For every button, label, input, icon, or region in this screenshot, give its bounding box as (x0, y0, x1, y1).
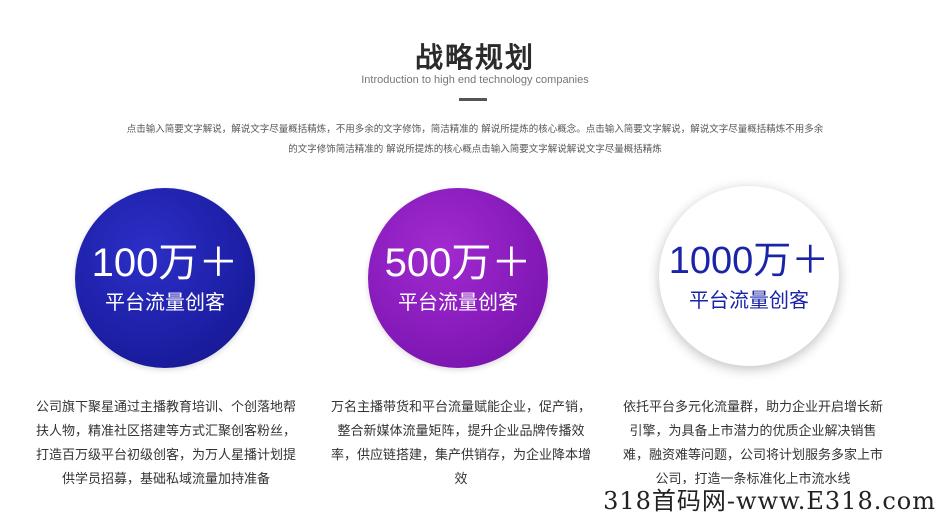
watermark: 318首码网-www.E318.com (599, 484, 940, 518)
page-subtitle: Introduction to high end technology comp… (361, 74, 589, 86)
stat-label: 平台流量创客 (105, 290, 225, 314)
stat-label: 平台流量创客 (398, 290, 518, 314)
stat-circle-3: 1000万＋ 平台流量创客 (659, 186, 839, 366)
stat-description-1: 公司旗下聚星通过主播教育培训、个创落地帮扶人物，精准社区搭建等方式汇聚创客粉丝，… (35, 400, 296, 487)
title-divider (459, 98, 487, 101)
stat-circle-2: 500万＋ 平台流量创客 (368, 188, 548, 368)
page-title: 战略规划 (414, 41, 535, 74)
stat-value: 500万＋ (384, 241, 532, 285)
stat-description-2: 万名主播带货和平台流量赋能企业，促产销，整合新媒体流量矩阵，提升企业品牌传播效率… (330, 400, 591, 487)
stat-circle-1: 100万＋ 平台流量创客 (75, 188, 255, 368)
stat-value: 1000万＋ (668, 240, 830, 282)
stat-description-3: 依托平台多元化流量群，助力企业开启增长新引擎，为具备上市潜力的优质企业解决销售难… (622, 400, 883, 487)
stat-label: 平台流量创客 (689, 288, 809, 312)
intro-description: 点击输入简要文字解说，解说文字尽量概括精炼，不用多余的文字修饰，简洁精准的 解说… (126, 124, 824, 155)
stat-value: 100万＋ (91, 241, 239, 285)
